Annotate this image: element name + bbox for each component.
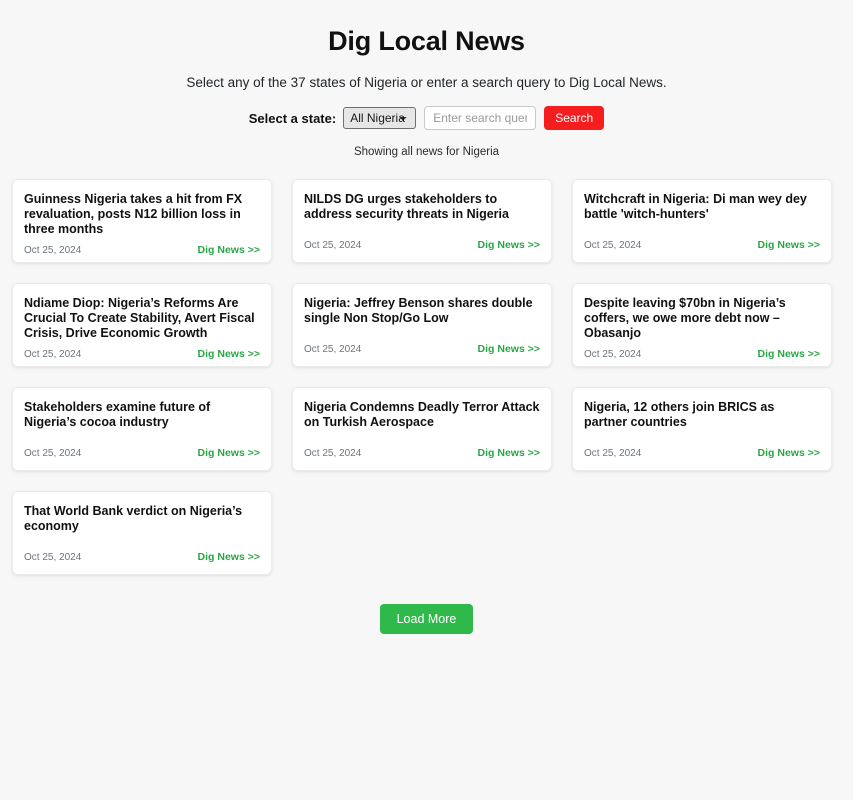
news-card-meta: Oct 25, 2024 Dig News >>: [304, 239, 540, 251]
news-card[interactable]: NILDS DG urges stakeholders to address s…: [292, 179, 552, 263]
page-title: Dig Local News: [328, 26, 525, 56]
dig-news-link[interactable]: Dig News >>: [198, 447, 260, 459]
news-card-title: Stakeholders examine future of Nigeria’s…: [24, 400, 211, 429]
news-card-date: Oct 25, 2024: [584, 349, 642, 361]
news-card[interactable]: Guinness Nigeria takes a hit from FX rev…: [12, 179, 272, 263]
news-card-title: Guinness Nigeria takes a hit from FX rev…: [24, 192, 243, 236]
news-card-meta: Oct 25, 2024 Dig News >>: [24, 348, 260, 360]
dig-news-link[interactable]: Dig News >>: [478, 343, 540, 355]
news-card-meta: Oct 25, 2024 Dig News >>: [24, 447, 260, 459]
news-card-title: Witchcraft in Nigeria: Di man wey dey ba…: [584, 192, 807, 221]
news-card-meta: Oct 25, 2024 Dig News >>: [304, 343, 540, 355]
dig-news-link[interactable]: Dig News >>: [198, 348, 260, 360]
dig-news-link[interactable]: Dig News >>: [758, 348, 820, 360]
news-card-date: Oct 25, 2024: [304, 240, 362, 251]
news-card-meta: Oct 25, 2024 Dig News >>: [584, 447, 820, 459]
dig-news-link[interactable]: Dig News >>: [758, 239, 820, 251]
news-card-meta: Oct 25, 2024 Dig News >>: [24, 244, 260, 256]
state-select-label: Select a state:: [248, 110, 337, 126]
news-card-title: Nigeria, 12 others join BRICS as partner…: [584, 400, 775, 429]
news-card-date: Oct 25, 2024: [304, 344, 362, 355]
dig-news-link[interactable]: Dig News >>: [478, 239, 540, 251]
news-card[interactable]: Nigeria: Jeffrey Benson shares double si…: [292, 283, 552, 367]
dig-news-link[interactable]: Dig News >>: [198, 244, 260, 256]
news-card-title: That World Bank verdict on Nigeria’s eco…: [24, 504, 243, 533]
news-card-title: Nigeria: Jeffrey Benson shares double si…: [304, 296, 533, 325]
dig-news-link[interactable]: Dig News >>: [758, 447, 820, 459]
page-root: Dig Local News Select any of the 37 stat…: [0, 0, 853, 634]
dig-news-link[interactable]: Dig News >>: [198, 551, 260, 563]
news-card-title: Ndiame Diop: Nigeria’s Reforms Are Cruci…: [24, 296, 255, 340]
news-card-date: Oct 25, 2024: [584, 240, 642, 251]
state-select[interactable]: All Nigeria: [343, 107, 417, 129]
news-card-title: Despite leaving $70bn in Nigeria’s coffe…: [584, 296, 786, 340]
news-card-date: Oct 25, 2024: [24, 448, 82, 459]
news-card-meta: Oct 25, 2024 Dig News >>: [584, 239, 820, 251]
news-card[interactable]: Witchcraft in Nigeria: Di man wey dey ba…: [572, 179, 832, 263]
news-card-grid: Guinness Nigeria takes a hit from FX rev…: [0, 158, 853, 575]
search-bar: Select a state: All Nigeria Search: [0, 90, 853, 130]
news-card[interactable]: That World Bank verdict on Nigeria’s eco…: [12, 491, 272, 575]
news-card-date: Oct 25, 2024: [304, 448, 362, 459]
news-card[interactable]: Ndiame Diop: Nigeria’s Reforms Are Cruci…: [12, 283, 272, 367]
load-more-button[interactable]: Load More: [379, 604, 474, 634]
news-card-title: Nigeria Condemns Deadly Terror Attack on…: [304, 400, 540, 429]
news-card-meta: Oct 25, 2024 Dig News >>: [24, 551, 260, 563]
search-button[interactable]: Search: [544, 106, 605, 130]
load-more-container: Load More: [0, 575, 853, 634]
news-card-date: Oct 25, 2024: [24, 245, 82, 257]
news-card[interactable]: Nigeria Condemns Deadly Terror Attack on…: [292, 387, 552, 471]
news-card-date: Oct 25, 2024: [24, 552, 82, 563]
news-card[interactable]: Nigeria, 12 others join BRICS as partner…: [572, 387, 832, 471]
news-card-title: NILDS DG urges stakeholders to address s…: [304, 192, 509, 221]
news-card-date: Oct 25, 2024: [24, 349, 82, 361]
search-input[interactable]: [424, 106, 537, 130]
dig-news-link[interactable]: Dig News >>: [478, 447, 540, 459]
page-subtitle: Select any of the 37 states of Nigeria o…: [186, 75, 667, 90]
news-card-date: Oct 25, 2024: [584, 448, 642, 459]
news-card-meta: Oct 25, 2024 Dig News >>: [584, 348, 820, 360]
news-card[interactable]: Despite leaving $70bn in Nigeria’s coffe…: [572, 283, 832, 367]
news-card[interactable]: Stakeholders examine future of Nigeria’s…: [12, 387, 272, 471]
news-card-meta: Oct 25, 2024 Dig News >>: [304, 447, 540, 459]
showing-status-text: Showing all news for Nigeria: [353, 146, 500, 158]
